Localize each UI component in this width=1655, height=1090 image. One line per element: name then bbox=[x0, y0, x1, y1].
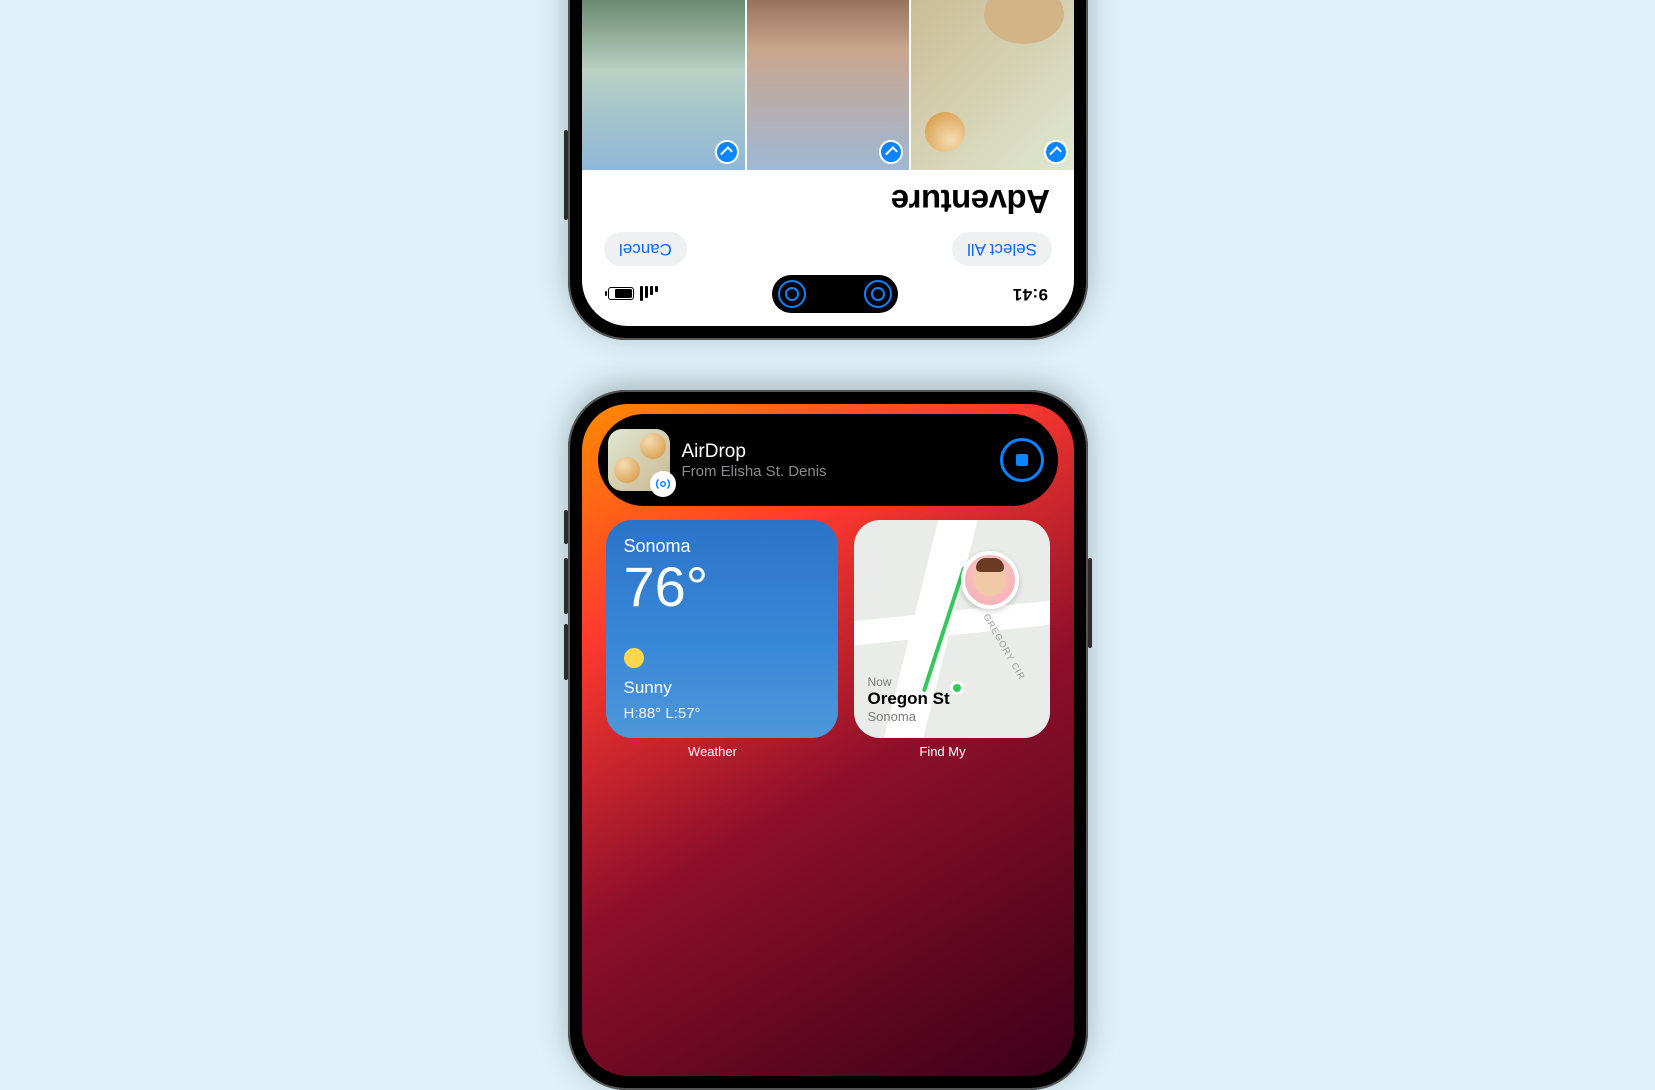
photo-grid bbox=[582, 0, 1074, 170]
iphone-bottom: AirDrop From Elisha St. Denis Sonoma 76°… bbox=[568, 390, 1088, 1090]
airdrop-title: AirDrop bbox=[682, 441, 988, 463]
weather-high-low: H:88° L:57° bbox=[624, 705, 701, 722]
airdrop-sender: From Elisha St. Denis bbox=[682, 463, 988, 480]
volume-up-button bbox=[564, 558, 568, 614]
findmy-app-label: Find My bbox=[836, 744, 1050, 759]
selected-check-icon bbox=[1044, 140, 1068, 164]
side-button bbox=[1088, 558, 1092, 648]
cancel-button[interactable]: Cancel bbox=[604, 232, 687, 266]
album-title: Adventure bbox=[582, 170, 1074, 224]
screen-top: 9:41 Select All Cancel Adventure bbox=[582, 0, 1074, 326]
airdrop-pulse-icon bbox=[864, 280, 892, 308]
screen-bottom: AirDrop From Elisha St. Denis Sonoma 76°… bbox=[582, 404, 1074, 1076]
weather-temperature: 76° bbox=[624, 559, 820, 615]
weather-location: Sonoma bbox=[624, 536, 820, 557]
iphone-top: 9:41 Select All Cancel Adventure bbox=[568, 0, 1088, 340]
airdrop-ring-icon bbox=[778, 280, 806, 308]
status-bar: 9:41 bbox=[582, 272, 1074, 326]
airdrop-thumbnail bbox=[608, 429, 670, 491]
weather-app-label: Weather bbox=[606, 744, 820, 759]
signal-icon bbox=[640, 287, 658, 302]
silent-switch bbox=[564, 510, 568, 544]
photo-thumbnail[interactable] bbox=[582, 0, 745, 170]
findmy-now-label: Now bbox=[868, 675, 950, 689]
findmy-city: Sonoma bbox=[868, 709, 950, 724]
volume-down-button bbox=[564, 624, 568, 680]
weather-widget[interactable]: Sonoma 76° Sunny H:88° L:57° bbox=[606, 520, 838, 738]
dynamic-island-compact[interactable] bbox=[772, 275, 898, 313]
findmy-street: Oregon St bbox=[868, 689, 950, 709]
photo-thumbnail[interactable] bbox=[746, 0, 909, 170]
selected-check-icon bbox=[879, 140, 903, 164]
side-button bbox=[564, 130, 568, 220]
memoji-pin-icon bbox=[961, 551, 1019, 609]
selected-check-icon bbox=[714, 140, 738, 164]
status-time: 9:41 bbox=[1012, 284, 1048, 304]
battery-icon bbox=[608, 288, 634, 301]
dynamic-island-expanded[interactable]: AirDrop From Elisha St. Denis bbox=[598, 414, 1058, 506]
airdrop-icon bbox=[650, 471, 676, 497]
sun-icon bbox=[624, 648, 644, 668]
select-all-button[interactable]: Select All bbox=[952, 232, 1052, 266]
status-icons bbox=[608, 287, 658, 302]
findmy-widget[interactable]: GREGORY CIR Now Oregon St Sonoma bbox=[854, 520, 1050, 738]
photo-thumbnail[interactable] bbox=[911, 0, 1074, 170]
weather-condition: Sunny bbox=[624, 678, 672, 698]
stop-button[interactable] bbox=[1000, 438, 1044, 482]
